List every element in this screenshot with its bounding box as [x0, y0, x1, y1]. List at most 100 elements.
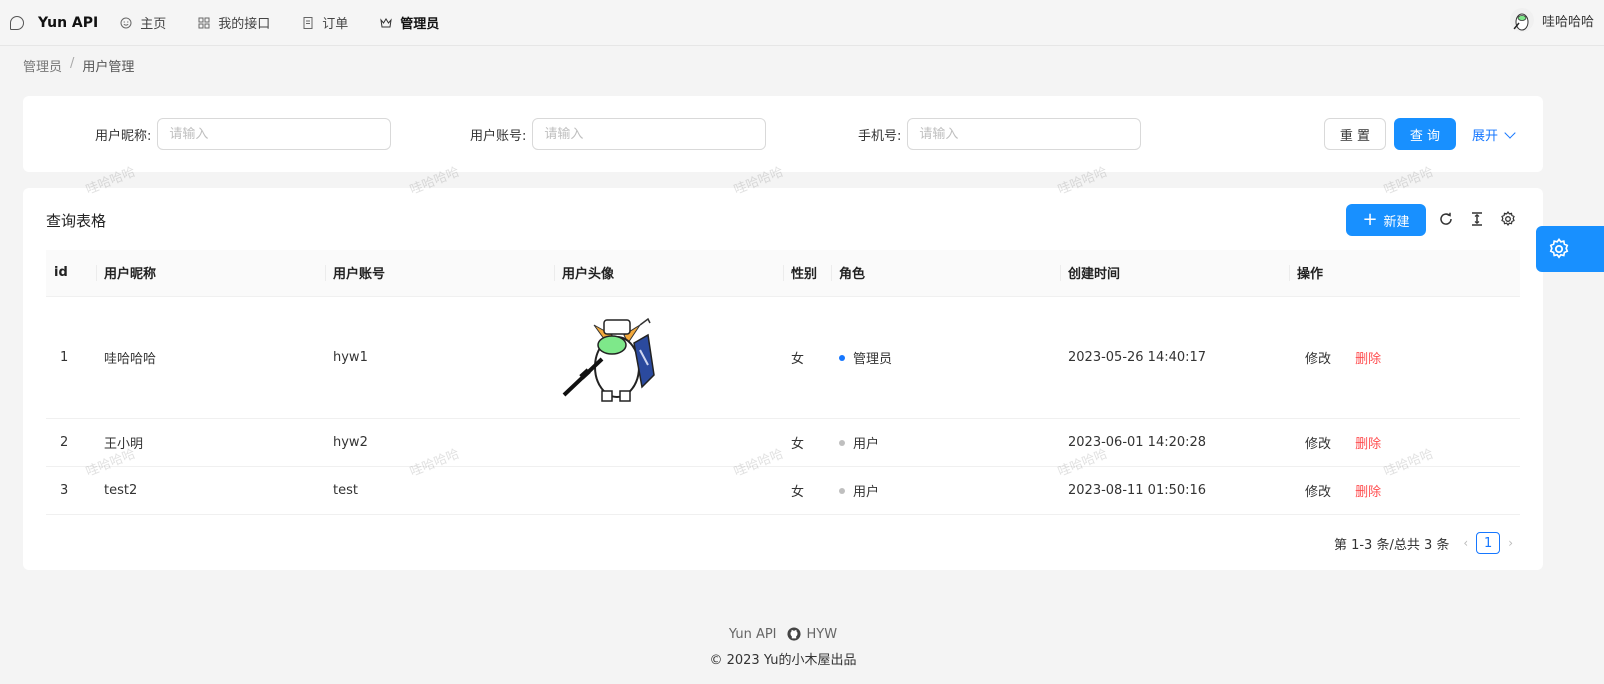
nav-label: 我的接口	[218, 17, 271, 32]
nav-label: 管理员	[400, 17, 440, 32]
cell-gender: 女	[783, 418, 831, 467]
cell-created: 2023-05-26 14:40:17	[1060, 296, 1289, 419]
cell-id: 3	[46, 466, 96, 515]
role-label: 用户	[853, 484, 880, 500]
cell-actions: 修改 删除	[1289, 296, 1520, 419]
column-header-id[interactable]: id	[46, 250, 96, 297]
cell-avatar	[554, 296, 783, 419]
user-avatar-image[interactable]	[562, 305, 662, 405]
logo[interactable]: Yun API	[10, 15, 98, 31]
cell-actions: 修改 删除	[1289, 466, 1520, 515]
nickname-label: 用户昵称:	[95, 128, 152, 144]
table-header-row: id 用户昵称 用户账号 用户头像 性别 角色 创建时间 操作	[46, 250, 1520, 297]
setting-icon[interactable]	[1499, 210, 1517, 228]
table-row: 1 哇哈哈哈 hyw1 女 管理员 2023-05-26 14:40:17 修改…	[46, 296, 1520, 419]
nav-label: 订单	[322, 17, 349, 32]
table-title: 查询表格	[46, 212, 107, 230]
query-table-card: 查询表格 + 新建 id 用户昵称 用户账号 用户头像 性别 角色 创建时间 操…	[23, 188, 1543, 570]
next-page-icon[interactable]: ›	[1508, 536, 1513, 550]
column-header-role[interactable]: 角色	[831, 250, 1060, 297]
user-table: id 用户昵称 用户账号 用户头像 性别 角色 创建时间 操作 1 哇哈哈哈 h…	[46, 250, 1520, 515]
edit-button[interactable]: 修改	[1305, 485, 1331, 500]
edit-button[interactable]: 修改	[1305, 437, 1331, 452]
user-menu[interactable]: 哇哈哈哈	[1509, 8, 1594, 32]
app-title: Yun API	[38, 14, 99, 31]
expand-label: 展开	[1472, 129, 1499, 144]
search-form: 用户昵称: 用户账号: 手机号: 重 置 查 询 展开	[23, 96, 1543, 172]
breadcrumb-item-admin[interactable]: 管理员	[23, 56, 62, 75]
cell-account: hyw1	[325, 296, 554, 419]
role-status-dot	[839, 488, 845, 494]
breadcrumb-separator: /	[70, 56, 75, 71]
role-status-dot	[839, 355, 845, 361]
cell-created: 2023-06-01 14:20:28	[1060, 418, 1289, 467]
column-header-avatar[interactable]: 用户头像	[554, 250, 783, 297]
reload-icon[interactable]	[1437, 210, 1455, 228]
cell-created: 2023-08-11 01:50:16	[1060, 466, 1289, 515]
role-label: 管理员	[853, 351, 893, 367]
column-header-nickname[interactable]: 用户昵称	[96, 250, 325, 297]
table-row: 3 test2 test 女 用户 2023-08-11 01:50:16 修改…	[46, 466, 1520, 515]
crown-icon	[380, 17, 393, 29]
account-label: 用户账号:	[470, 128, 527, 144]
cell-actions: 修改 删除	[1289, 418, 1520, 467]
query-button[interactable]: 查 询	[1394, 118, 1456, 150]
expand-toggle[interactable]: 展开	[1472, 125, 1516, 144]
cell-account: hyw2	[325, 418, 554, 467]
footer: Yun API HYW © 2023 Yu的小木屋出品	[0, 624, 1566, 668]
account-field-group: 用户账号:	[470, 118, 767, 150]
nav-item-my-apis[interactable]: 我的接口	[198, 13, 270, 32]
breadcrumb-item-user-management: 用户管理	[82, 60, 135, 75]
phone-input[interactable]	[907, 118, 1142, 150]
setting-icon	[1549, 238, 1569, 259]
delete-button[interactable]: 删除	[1355, 352, 1381, 367]
apps-icon	[198, 17, 210, 29]
pagination-summary: 第 1-3 条/总共 3 条	[1333, 537, 1450, 553]
file-icon	[302, 16, 314, 29]
cell-avatar	[554, 466, 783, 515]
user-name: 哇哈哈哈	[1541, 14, 1594, 30]
cell-account: test	[325, 466, 554, 515]
cell-id: 1	[46, 296, 96, 419]
role-label: 用户	[853, 436, 880, 452]
account-input[interactable]	[532, 118, 767, 150]
edit-button[interactable]: 修改	[1305, 352, 1331, 367]
column-height-icon[interactable]	[1468, 210, 1486, 228]
cell-gender: 女	[783, 296, 831, 419]
column-header-created[interactable]: 创建时间	[1060, 250, 1289, 297]
nav-label: 主页	[140, 17, 167, 32]
nav-item-orders[interactable]: 订单	[302, 13, 348, 32]
cell-nickname: 哇哈哈哈	[96, 296, 325, 419]
prev-page-icon[interactable]: ‹	[1463, 536, 1468, 550]
nav-item-admin[interactable]: 管理员	[380, 13, 439, 32]
cell-id: 2	[46, 418, 96, 467]
footer-links: Yun API HYW	[0, 624, 1566, 644]
github-icon[interactable]	[786, 627, 801, 641]
cell-nickname: test2	[96, 466, 325, 515]
cell-avatar	[554, 418, 783, 467]
phone-label: 手机号:	[858, 128, 902, 144]
reset-button[interactable]: 重 置	[1324, 118, 1386, 150]
smile-icon	[120, 17, 132, 29]
column-header-account[interactable]: 用户账号	[325, 250, 554, 297]
nav-item-home[interactable]: 主页	[120, 13, 166, 32]
page-number-current[interactable]: 1	[1476, 532, 1501, 554]
breadcrumb: 管理员 / 用户管理	[23, 56, 134, 75]
cell-gender: 女	[783, 466, 831, 515]
footer-github-label[interactable]: HYW	[807, 627, 838, 642]
cell-role: 用户	[831, 418, 1060, 467]
column-header-gender[interactable]: 性别	[783, 250, 831, 297]
table-row: 2 王小明 hyw2 女 用户 2023-06-01 14:20:28 修改 删…	[46, 418, 1520, 467]
top-header: Yun API 主页 我的接口 订单 管理员 哇哈哈哈	[0, 0, 1604, 46]
delete-button[interactable]: 删除	[1355, 485, 1381, 500]
logo-icon	[10, 15, 24, 30]
settings-drawer-toggle[interactable]	[1536, 226, 1604, 272]
new-button-label: 新建	[1383, 214, 1410, 230]
new-button[interactable]: + 新建	[1346, 204, 1426, 236]
role-status-dot	[839, 440, 845, 446]
nickname-input[interactable]	[157, 118, 392, 150]
footer-brand[interactable]: Yun API	[729, 627, 777, 642]
column-header-actions: 操作	[1289, 250, 1520, 297]
delete-button[interactable]: 删除	[1355, 437, 1381, 452]
nickname-field-group: 用户昵称:	[95, 118, 392, 150]
